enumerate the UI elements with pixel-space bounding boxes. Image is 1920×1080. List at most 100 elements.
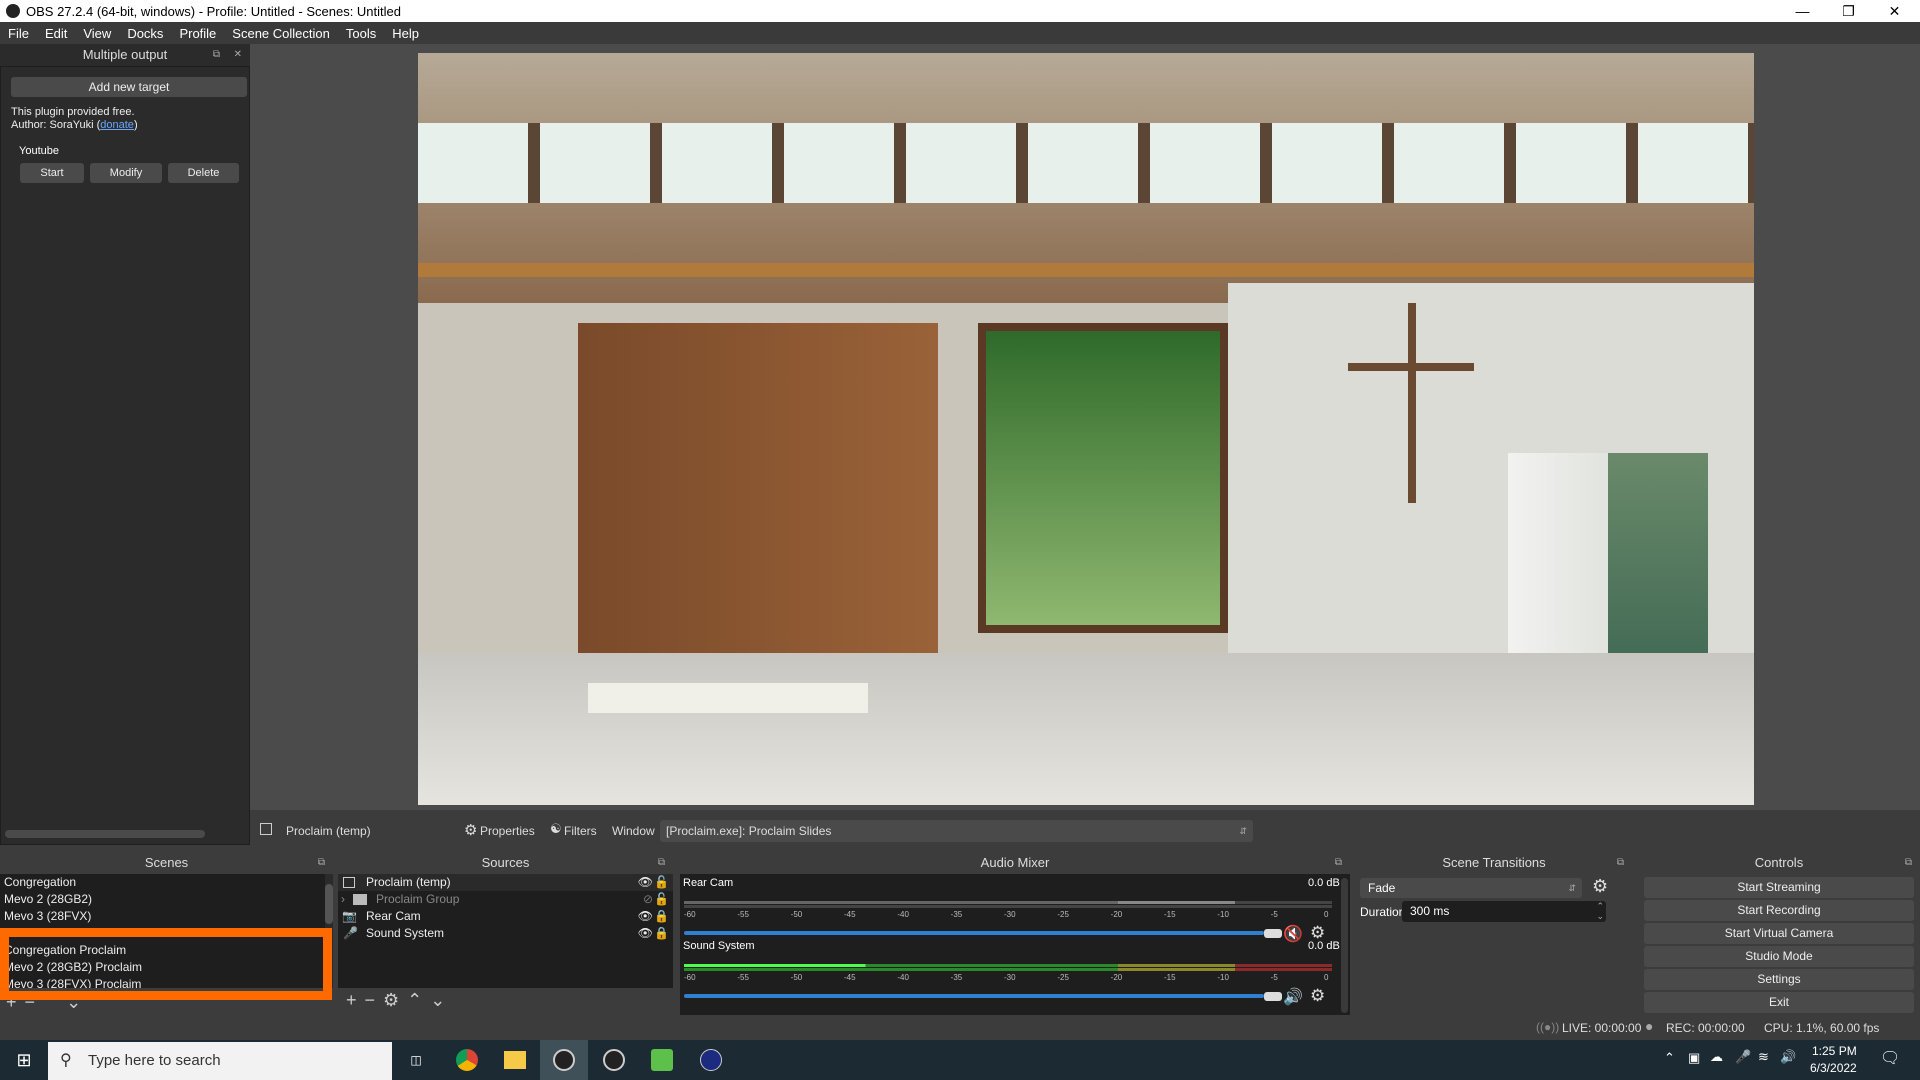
menu-profile[interactable]: Profile	[171, 26, 224, 41]
volume-slider-handle[interactable]	[1264, 929, 1282, 938]
notifications-icon[interactable]: 🗨	[1880, 1048, 1900, 1068]
scene-item[interactable]: Mevo 2 (28GB2) Proclaim	[0, 959, 325, 976]
scene-item[interactable]: Rear Camera Proclaim	[0, 925, 325, 942]
volume-slider[interactable]	[684, 931, 1264, 935]
duration-input[interactable]: 300 ms ⌃ ⌄	[1402, 901, 1606, 922]
scene-item[interactable]: Mevo 3 (28FVX)	[0, 908, 325, 925]
app-grid-icon[interactable]	[687, 1040, 735, 1080]
windows-start-icon[interactable]: ⊞	[0, 1040, 48, 1080]
controls-title-text: Controls	[1754, 855, 1804, 870]
scene-item[interactable]: Mevo 2 (28GB2)	[0, 891, 325, 908]
microphone-tray-icon[interactable]: 🎤	[1735, 1049, 1751, 1065]
restore-button[interactable]: ❐	[1826, 0, 1871, 22]
close-button[interactable]: ✕	[1872, 0, 1917, 22]
exit-button[interactable]: Exit	[1644, 992, 1914, 1013]
add-scene-button[interactable]: +	[6, 992, 25, 1012]
menu-file[interactable]: File	[0, 26, 37, 41]
move-down-button[interactable]: ⌄	[430, 990, 453, 1010]
speaker-icon[interactable]: 🔊	[1283, 987, 1303, 1007]
scenes-scrollbar[interactable]	[325, 874, 333, 988]
filters-button[interactable]: Filters	[564, 824, 597, 838]
source-item[interactable]: 🎤 Sound System 👁 🔒	[338, 925, 673, 942]
spinner-icon[interactable]: ⌃ ⌄	[1596, 901, 1604, 921]
menu-scene-collection[interactable]: Scene Collection	[224, 26, 338, 41]
start-recording-button[interactable]: Start Recording	[1644, 900, 1914, 921]
volume-slider-handle[interactable]	[1264, 992, 1282, 1001]
move-up-button[interactable]: ⌃	[407, 990, 430, 1010]
eye-hidden-icon[interactable]: ⊘	[643, 891, 653, 908]
delete-target-button[interactable]: Delete	[168, 163, 239, 183]
obs-taskbar-icon-2[interactable]	[590, 1040, 638, 1080]
start-virtual-camera-button[interactable]: Start Virtual Camera	[1644, 923, 1914, 944]
source-properties-button[interactable]: ⚙	[383, 990, 407, 1010]
menu-help[interactable]: Help	[384, 26, 427, 41]
modify-target-button[interactable]: Modify	[90, 163, 162, 183]
float-icon[interactable]: ⧉	[318, 852, 325, 874]
task-view-icon[interactable]: ◫	[392, 1040, 440, 1080]
add-source-button[interactable]: +	[346, 990, 365, 1010]
source-item[interactable]: Proclaim (temp) 👁 🔓	[338, 874, 673, 891]
eye-icon[interactable]: 👁	[638, 908, 653, 925]
remove-scene-button[interactable]: −	[25, 992, 44, 1012]
window-title: OBS 27.2.4 (64-bit, windows) - Profile: …	[26, 3, 401, 19]
menu-edit[interactable]: Edit	[37, 26, 75, 41]
unlock-icon[interactable]: 🔓	[654, 874, 669, 891]
start-streaming-button[interactable]: Start Streaming	[1644, 877, 1914, 898]
transition-settings-gear-icon[interactable]: ⚙	[1592, 876, 1608, 897]
minimize-button[interactable]: —	[1780, 0, 1825, 22]
float-icon[interactable]: ⧉	[1617, 852, 1624, 874]
close-icon[interactable]: ✕	[234, 44, 242, 66]
obs-taskbar-icon[interactable]	[540, 1040, 588, 1080]
eye-icon[interactable]: 👁	[638, 874, 653, 891]
studio-mode-button[interactable]: Studio Mode	[1644, 946, 1914, 967]
float-icon[interactable]: ⧉	[658, 852, 665, 874]
eye-icon[interactable]: 👁	[638, 925, 653, 942]
taskbar-search-box[interactable]: ⚲ Type here to search	[48, 1042, 392, 1080]
scene-item[interactable]: Congregation	[0, 874, 325, 891]
float-icon[interactable]: ⧉	[213, 44, 220, 66]
camera-tray-icon[interactable]: ▣	[1688, 1050, 1700, 1066]
volume-slider[interactable]	[684, 994, 1264, 998]
live-broadcast-icon: ((●))	[1536, 1020, 1560, 1034]
lock-icon[interactable]: 🔒	[654, 925, 669, 942]
mixer-scrollbar[interactable]	[1341, 878, 1348, 1013]
donate-link[interactable]: donate	[100, 119, 134, 131]
menu-docks[interactable]: Docks	[119, 26, 171, 41]
volume-tray-icon[interactable]: 🔊	[1780, 1049, 1796, 1065]
gear-icon[interactable]: ⚙	[1310, 986, 1325, 1006]
float-icon[interactable]: ⧉	[1335, 852, 1342, 874]
source-item[interactable]: 📷 Rear Cam 👁 🔒	[338, 908, 673, 925]
horizontal-scrollbar[interactable]	[5, 830, 205, 838]
messages-icon[interactable]	[638, 1040, 686, 1080]
add-new-target-button[interactable]: Add new target	[11, 77, 247, 97]
muted-speaker-icon[interactable]: 🔇	[1283, 924, 1303, 944]
float-icon[interactable]: ⧉	[1905, 852, 1912, 874]
menu-view[interactable]: View	[75, 26, 119, 41]
wifi-icon[interactable]: ≋	[1758, 1049, 1769, 1065]
transition-select[interactable]: Fade ⇵	[1360, 878, 1582, 898]
scene-transitions-title-text: Scene Transitions	[1442, 855, 1546, 870]
move-up-button[interactable]: ⌃	[43, 992, 66, 1012]
move-down-button[interactable]: ⌄	[66, 992, 89, 1012]
onedrive-cloud-icon[interactable]: ☁	[1710, 1049, 1723, 1065]
lock-icon[interactable]: 🔒	[654, 908, 669, 925]
sources-title: Sources ⧉	[338, 852, 673, 874]
unlock-icon[interactable]: 🔓	[654, 891, 669, 908]
clock-date[interactable]: 6/3/2022	[1810, 1061, 1857, 1075]
tray-chevron-up-icon[interactable]: ⌃	[1664, 1050, 1675, 1066]
scene-item[interactable]: Congregation Proclaim	[0, 942, 325, 959]
chrome-icon[interactable]	[443, 1040, 491, 1080]
remove-source-button[interactable]: −	[365, 990, 384, 1010]
window-select[interactable]: [Proclaim.exe]: Proclaim Slides ⇵	[660, 820, 1253, 842]
settings-button[interactable]: Settings	[1644, 969, 1914, 990]
chevron-right-icon[interactable]: ›	[341, 891, 345, 908]
start-target-button[interactable]: Start	[20, 163, 84, 183]
scene-item[interactable]: Mevo 3 (28FVX) Proclaim	[0, 976, 325, 988]
properties-button[interactable]: Properties	[480, 824, 535, 838]
menu-tools[interactable]: Tools	[338, 26, 384, 41]
clock-time[interactable]: 1:25 PM	[1812, 1044, 1857, 1058]
author-info: Author: SoraYuki (donate)	[11, 119, 138, 131]
file-explorer-icon[interactable]	[491, 1040, 539, 1080]
meter-tick-label: -60	[684, 973, 696, 982]
source-item[interactable]: › Proclaim Group ⊘ 🔓	[338, 891, 673, 908]
